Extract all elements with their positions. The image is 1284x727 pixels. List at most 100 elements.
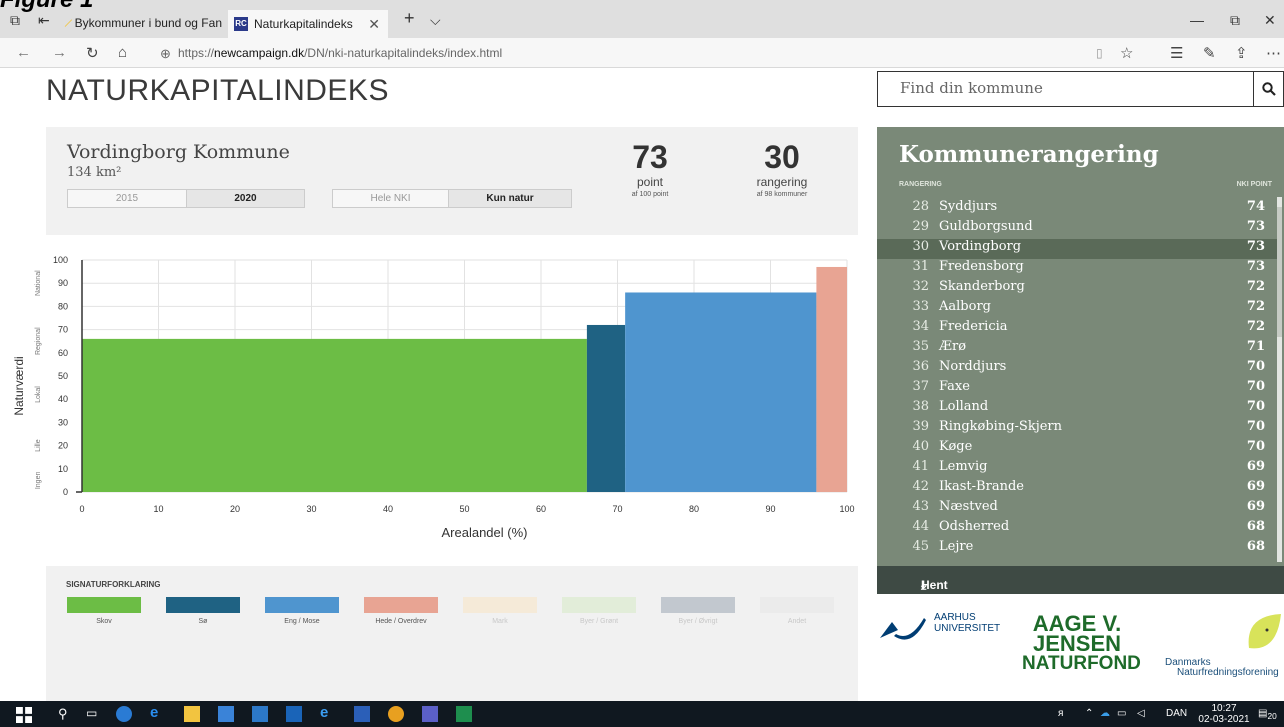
ranking-row-points: 70: [1246, 379, 1265, 394]
ranking-row[interactable]: 45 Lejre 68: [877, 539, 1277, 559]
ranking-row-name: Fredensborg: [939, 259, 1024, 274]
legend-item: Sø: [166, 597, 240, 625]
ranking-row-name: Lemvig: [939, 459, 988, 474]
legend-item: Andet: [760, 597, 834, 625]
ranking-row[interactable]: 36 Norddjurs 70: [877, 359, 1277, 379]
tray-chevron-icon[interactable]: ⌃: [1085, 708, 1093, 719]
mode-option-kun-natur[interactable]: Kun natur: [448, 190, 571, 207]
people-icon[interactable]: ᴙ: [1058, 708, 1063, 719]
y-tick-label: 80: [58, 301, 68, 311]
ranking-row[interactable]: 43 Næstved 69: [877, 499, 1277, 519]
legend-swatch: [463, 597, 537, 613]
ranking-row[interactable]: 31 Fredensborg 73: [877, 259, 1277, 279]
clock[interactable]: 10:27 02-03-2021: [1198, 703, 1250, 725]
new-tab-icon[interactable]: +: [404, 8, 415, 29]
chrome-icon[interactable]: [388, 706, 404, 722]
ranking-row[interactable]: 30 Vordingborg 73: [877, 239, 1277, 259]
ranking-row[interactable]: 29 Guldborgsund 73: [877, 219, 1277, 239]
ranking-row[interactable]: 40 Køge 70: [877, 439, 1277, 459]
restore-icon[interactable]: ⧉: [1230, 12, 1240, 29]
volume-icon[interactable]: ◁: [1137, 708, 1145, 719]
y-category-label: Lokal: [35, 386, 42, 403]
search-button[interactable]: [1253, 72, 1283, 106]
more-icon[interactable]: ⋯: [1266, 44, 1281, 62]
back-icon[interactable]: ←: [16, 44, 31, 61]
ranking-row-rank: 43: [912, 499, 929, 514]
kommune-name: Vordingborg Kommune: [67, 141, 290, 163]
file-explorer-icon[interactable]: [184, 706, 200, 722]
ranking-row[interactable]: 44 Odsherred 68: [877, 519, 1277, 539]
clock-date: 02-03-2021: [1198, 714, 1250, 725]
tab-naturkapitalindeks[interactable]: RC Naturkapitalindeks ✕: [228, 10, 388, 38]
refresh-icon[interactable]: ↻: [86, 44, 99, 62]
onedrive-icon[interactable]: ☁: [1100, 708, 1110, 719]
x-tick-label: 40: [383, 504, 393, 514]
ranking-row-rank: 39: [912, 419, 929, 434]
ranking-row[interactable]: 28 Syddjurs 74: [877, 199, 1277, 219]
ranking-row-name: Norddjurs: [939, 359, 1007, 374]
url-prefix: https://: [178, 46, 215, 60]
search-taskbar-icon[interactable]: ⚲: [58, 706, 74, 722]
reading-view-icon[interactable]: ▯: [1096, 46, 1103, 60]
ranking-row[interactable]: 39 Ringkøbing-Skjern 70: [877, 419, 1277, 439]
ranking-row-name: Odsherred: [939, 519, 1010, 534]
windows-start-icon[interactable]: [16, 707, 32, 723]
chart-bar: [82, 338, 587, 492]
url-field[interactable]: https://newcampaign.dk/DN/nki-naturkapit…: [178, 46, 502, 60]
word-icon[interactable]: [354, 706, 370, 722]
favorites-hub-icon[interactable]: ☰: [1170, 44, 1183, 62]
x-tick-label: 100: [839, 504, 854, 514]
ranking-row[interactable]: 33 Aalborg 72: [877, 299, 1277, 319]
notification-center-icon[interactable]: ▤20: [1258, 708, 1277, 721]
dn-leaf-icon: [1248, 614, 1281, 649]
kommune-area: 134 km²: [67, 165, 122, 180]
store-icon[interactable]: [218, 706, 234, 722]
y-tick-label: 50: [58, 371, 68, 381]
teams-icon[interactable]: [422, 706, 438, 722]
excel-icon[interactable]: [456, 706, 472, 722]
pen-icon[interactable]: ✎: [1203, 44, 1216, 62]
set-aside-tabs-icon[interactable]: ⇤: [38, 12, 50, 29]
year-option-2020[interactable]: 2020: [186, 190, 304, 207]
close-window-icon[interactable]: ✕: [1264, 12, 1276, 29]
ranking-row[interactable]: 35 Ærø 71: [877, 339, 1277, 359]
ranking-row[interactable]: 38 Lolland 70: [877, 399, 1277, 419]
tab-list-chevron-icon[interactable]: ⌵: [430, 12, 441, 29]
ranking-list[interactable]: 28 Syddjurs 74 29 Guldborgsund 73 30 Vordingbor…: [877, 197, 1277, 562]
mail-icon[interactable]: [252, 706, 268, 722]
minimize-icon[interactable]: —: [1190, 12, 1204, 28]
ranking-row[interactable]: 42 Ikast-Brande 69: [877, 479, 1277, 499]
year-option-2015[interactable]: 2015: [68, 190, 186, 207]
tab-actions-icon[interactable]: ⧉: [10, 12, 20, 29]
internet-explorer-icon[interactable]: e: [320, 704, 336, 721]
ranking-row[interactable]: 37 Faxe 70: [877, 379, 1277, 399]
outlook-icon[interactable]: [286, 706, 302, 722]
ranking-row-points: 68: [1246, 539, 1265, 554]
app-icon-1[interactable]: [116, 706, 132, 722]
legend-label: Skov: [96, 618, 112, 625]
legend-label: Mark: [492, 618, 508, 625]
share-icon[interactable]: ⇪: [1235, 44, 1248, 62]
ranking-row-rank: 41: [912, 459, 929, 474]
ranking-row[interactable]: 32 Skanderborg 72: [877, 279, 1277, 299]
home-icon[interactable]: ⌂: [118, 44, 127, 61]
ranking-row[interactable]: 34 Fredericia 72: [877, 319, 1277, 339]
search-input[interactable]: [900, 79, 1240, 97]
chart-bar: [816, 266, 847, 492]
download-index-button[interactable]: ⤓ Hent indeks: [877, 566, 1284, 606]
ranking-scrollbar[interactable]: [1277, 197, 1282, 562]
legend-swatch: [364, 597, 438, 613]
scrollbar-thumb[interactable]: [1277, 207, 1282, 337]
forward-icon[interactable]: →: [52, 44, 67, 61]
edge-legacy-icon[interactable]: e: [150, 704, 166, 721]
close-tab-icon[interactable]: ✕: [368, 16, 380, 33]
legend-title: SIGNATURFORKLARING: [66, 580, 161, 589]
site-info-icon[interactable]: ⊕: [160, 46, 171, 62]
favorite-star-icon[interactable]: ☆: [1120, 44, 1133, 62]
url-domain: newcampaign.dk: [214, 46, 305, 60]
language-indicator[interactable]: DAN: [1166, 708, 1187, 719]
mode-option-hele-nki[interactable]: Hele NKI: [333, 190, 448, 207]
task-view-icon[interactable]: ▭: [86, 706, 102, 722]
network-icon[interactable]: ▭: [1117, 708, 1126, 719]
ranking-row[interactable]: 41 Lemvig 69: [877, 459, 1277, 479]
